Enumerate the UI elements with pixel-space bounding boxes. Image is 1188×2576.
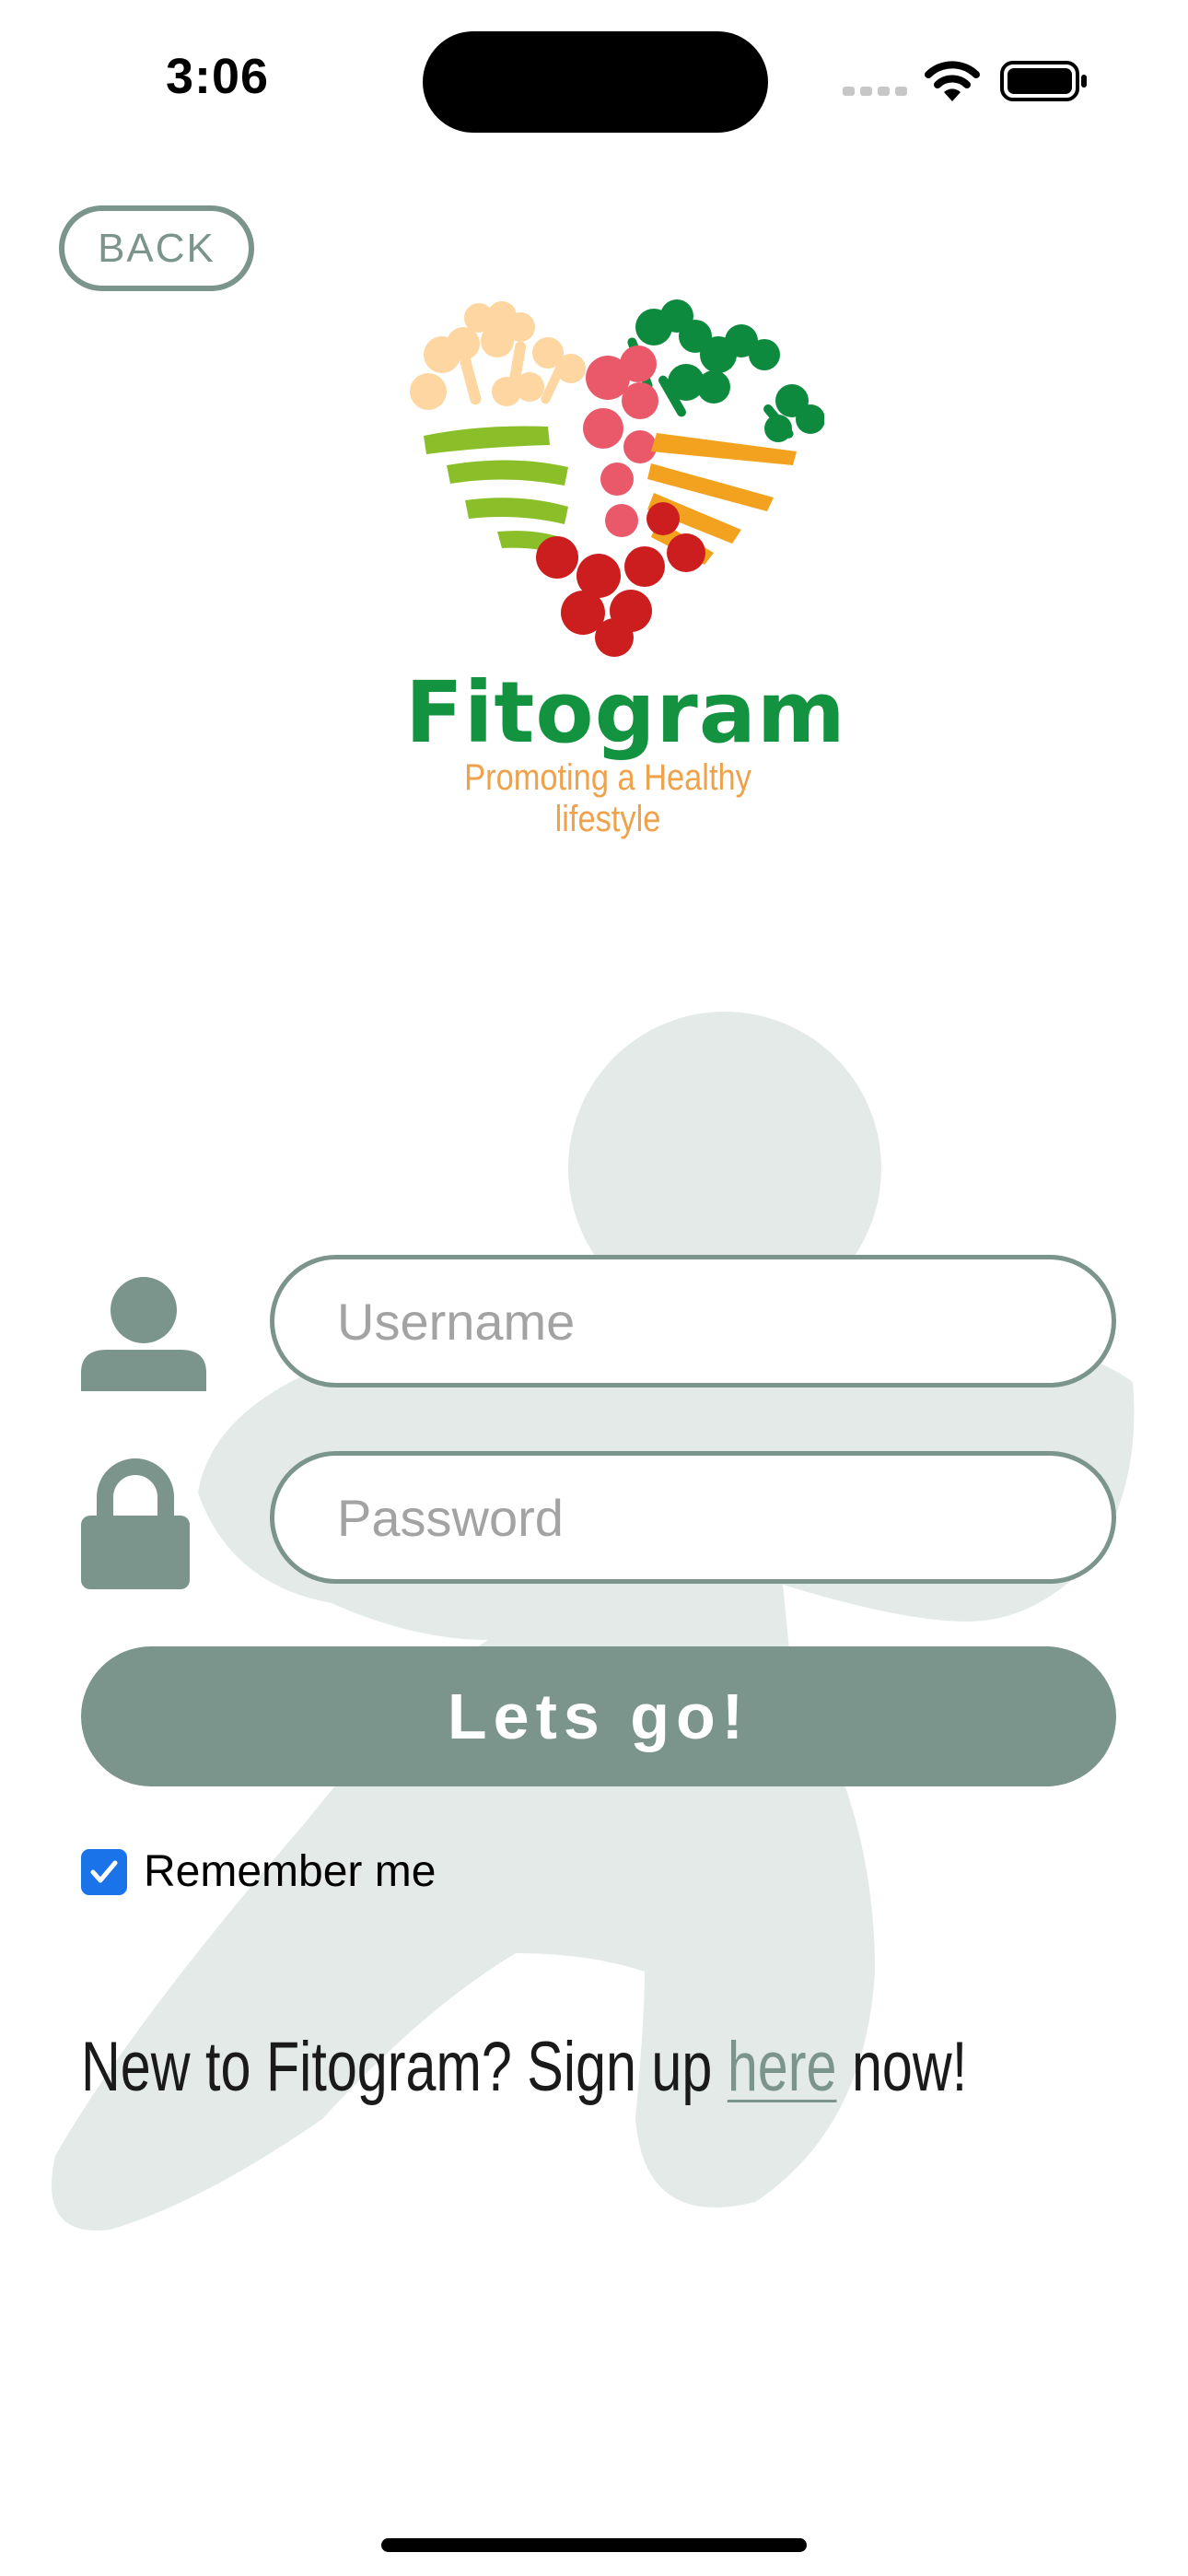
back-button[interactable]: BACK (59, 205, 254, 291)
password-input[interactable] (270, 1451, 1116, 1584)
fitogram-logo (410, 299, 824, 657)
brand-tagline: Promoting a Healthy lifestyle (464, 757, 751, 839)
username-input[interactable] (270, 1255, 1116, 1388)
brand-name: Fitogram (405, 663, 846, 762)
wifi-icon (925, 61, 980, 101)
battery-icon (1000, 61, 1087, 101)
remember-me-checkbox[interactable] (81, 1848, 127, 1895)
signup-prefix: New to Fitogram? Sign up (81, 2028, 728, 2106)
signup-link[interactable]: here (728, 2028, 837, 2106)
user-icon (81, 1277, 206, 1391)
submit-button[interactable]: Lets go! (81, 1646, 1116, 1786)
checkmark-icon (90, 1860, 118, 1882)
status-time: 3:06 (166, 49, 270, 104)
remember-me-label: Remember me (144, 1847, 437, 1896)
dynamic-island (423, 31, 768, 133)
signup-suffix: now! (836, 2028, 968, 2106)
home-indicator (381, 2538, 807, 2552)
cellular-signal-icon (843, 87, 907, 96)
signup-prompt: New to Fitogram? Sign up here now! (81, 2027, 967, 2107)
remember-me: Remember me (81, 1846, 436, 1897)
lock-icon (81, 1458, 190, 1589)
